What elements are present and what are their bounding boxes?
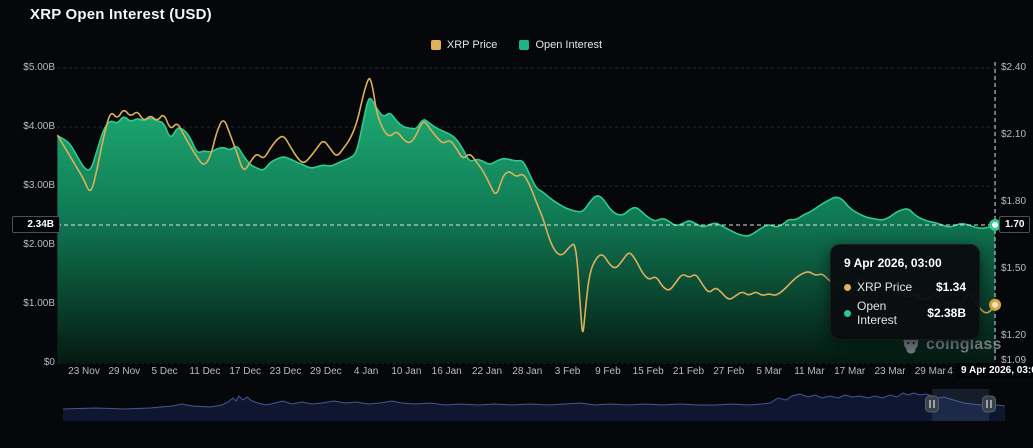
xrp-price-swatch-icon xyxy=(431,40,441,50)
legend-label-xrp-price: XRP Price xyxy=(447,39,498,51)
tooltip-series-name: XRP Price xyxy=(857,280,930,294)
left-axis-tick-label: $1.00B xyxy=(0,298,55,309)
legend-item-xrp-price[interactable]: XRP Price xyxy=(431,39,498,51)
tooltip-series-value: $1.34 xyxy=(936,280,966,294)
price-oi-chart[interactable] xyxy=(0,0,1033,448)
tooltip-series-value: $2.38B xyxy=(927,306,966,320)
navigator-selected-range[interactable] xyxy=(932,389,989,421)
open-interest-swatch-icon xyxy=(519,40,529,50)
crosshair-date-badge: 9 Apr 2026, 03:00 xyxy=(956,363,1033,378)
right-axis-tick-label: $1.20 xyxy=(1001,330,1026,341)
open-interest-dot-icon xyxy=(844,310,851,317)
xrp-price-marker-dot xyxy=(991,300,1000,309)
crosshair-right-axis-badge: 1.70 xyxy=(999,216,1030,233)
right-axis-tick-label: $2.40 xyxy=(1001,62,1026,73)
navigator-left-handle[interactable] xyxy=(926,396,939,412)
right-axis-tick-label: $2.10 xyxy=(1001,129,1026,140)
left-axis-tick-label: $0 xyxy=(0,357,55,368)
tooltip: 9 Apr 2026, 03:00 XRP Price $1.34 Open I… xyxy=(830,244,980,340)
left-axis-tick-label: $4.00B xyxy=(0,121,55,132)
left-axis-tick-label: $3.00B xyxy=(0,180,55,191)
left-axis-tick-label: $5.00B xyxy=(0,62,55,73)
range-navigator[interactable] xyxy=(63,389,1005,421)
crosshair-left-axis-badge: 2.34B xyxy=(12,216,60,233)
legend-item-open-interest[interactable]: Open Interest xyxy=(519,39,602,51)
chart-panel: XRP Open Interest (USD) XRP Price Open I… xyxy=(0,0,1033,448)
tooltip-row-xrp-price: XRP Price $1.34 xyxy=(844,280,966,294)
xrp-price-dot-icon xyxy=(844,284,851,291)
left-axis-tick-label: $2.00B xyxy=(0,239,55,250)
tooltip-title: 9 Apr 2026, 03:00 xyxy=(844,256,966,270)
right-axis-tick-label: $1.80 xyxy=(1001,196,1026,207)
navigator-right-handle[interactable] xyxy=(983,396,996,412)
tooltip-series-name: Open Interest xyxy=(857,299,921,327)
tooltip-row-open-interest: Open Interest $2.38B xyxy=(844,299,966,327)
page-title: XRP Open Interest (USD) xyxy=(30,6,212,23)
right-axis-tick-label: $1.50 xyxy=(1001,263,1026,274)
legend-label-open-interest: Open Interest xyxy=(535,39,602,51)
legend: XRP Price Open Interest xyxy=(0,39,1033,51)
